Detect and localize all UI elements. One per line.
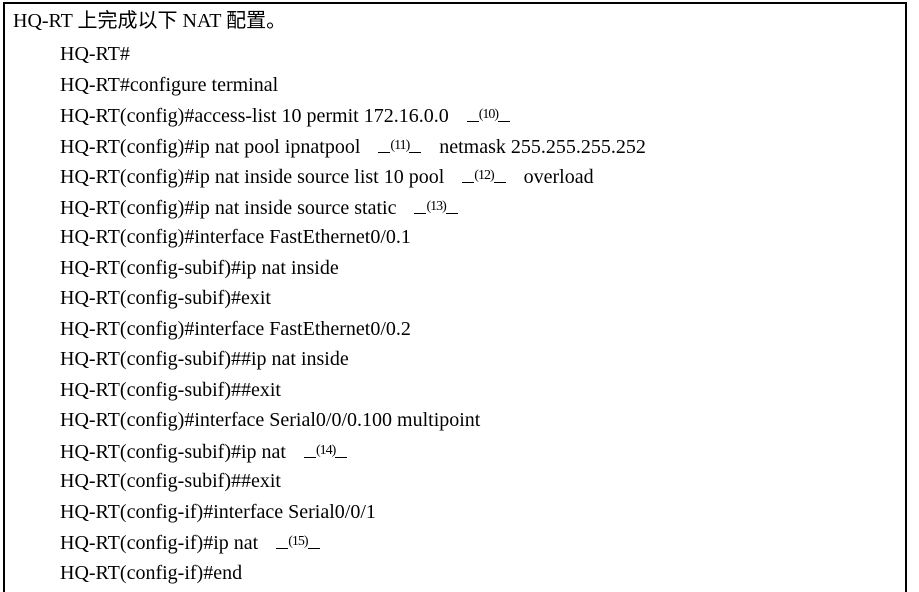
config-line: HQ-RT(config)#interface Serial0/0/0.100 … <box>60 405 646 436</box>
config-line: HQ-RT(config)#interface FastEthernet0/0.… <box>60 222 646 253</box>
answer-blank: (15) <box>276 527 320 559</box>
config-line: HQ-RT(config)#ip nat inside source stati… <box>60 192 646 223</box>
command-text: HQ-RT# <box>60 43 130 65</box>
config-line: HQ-RT(config-subif)##ip nat inside <box>60 344 646 375</box>
command-text: HQ-RT#configure terminal <box>60 73 279 96</box>
blank-number: (13) <box>426 198 446 214</box>
command-text: HQ-RT(config)#interface Serial0/0/0.100 … <box>60 409 481 431</box>
command-text: HQ-RT(config)#ip nat inside source stati… <box>60 196 397 219</box>
config-line: HQ-RT(config)#access-list 10 permit 172.… <box>60 100 646 131</box>
answer-blank: (12) <box>462 161 506 193</box>
command-text: HQ-RT(config)#ip nat pool ipnatpool <box>60 135 361 158</box>
command-text: HQ-RT(config-subif)##exit <box>60 470 281 492</box>
config-line: HQ-RT# <box>60 39 646 70</box>
config-line: HQ-RT#configure terminal <box>60 70 646 101</box>
command-text: HQ-RT(config)#interface FastEthernet0/0.… <box>60 226 411 248</box>
command-text: HQ-RT(config-if)#interface Serial0/0/1 <box>60 500 376 523</box>
answer-blank: (14) <box>303 436 348 468</box>
config-line: HQ-RT(config-if)#end <box>60 558 646 589</box>
command-suffix: netmask 255.255.255.252 <box>439 135 646 158</box>
answer-blank: (13) <box>414 192 458 224</box>
blank-number: (14) <box>315 442 336 458</box>
command-text: HQ-RT(config)#access-list 10 permit 172.… <box>60 105 449 127</box>
blank-number: (12) <box>474 168 494 183</box>
question-heading: HQ-RT 上完成以下 NAT 配置。 <box>13 10 287 32</box>
config-line: HQ-RT(config-subif)#ip nat inside <box>60 253 646 284</box>
command-text: HQ-RT(config-subif)#exit <box>60 287 271 309</box>
config-line: HQ-RT(config-subif)#exit <box>60 283 646 314</box>
config-line: HQ-RT(config-subif)##exit <box>60 375 646 406</box>
config-line: HQ-RT(config-subif)#ip nat (14) <box>60 436 646 467</box>
config-line: HQ-RT(config-if)#interface Serial0/0/1 <box>60 497 646 528</box>
command-text: HQ-RT(config)#ip nat inside source list … <box>60 166 445 188</box>
document-frame: HQ-RT 上完成以下 NAT 配置。 HQ-RT# HQ-RT#configu… <box>3 2 907 592</box>
command-text: HQ-RT(config-subif)#ip nat inside <box>60 256 339 279</box>
answer-blank: (11) <box>378 131 422 163</box>
blank-number: (11) <box>390 137 410 153</box>
command-suffix: overload <box>523 166 594 188</box>
config-line: HQ-RT(config-subif)##exit <box>60 466 646 497</box>
answer-blank: (10) <box>466 100 511 132</box>
config-line: HQ-RT(config)#interface FastEthernet0/0.… <box>60 314 646 345</box>
config-lines: HQ-RT# HQ-RT#configure terminal HQ-RT(co… <box>60 39 646 588</box>
command-text: HQ-RT(config-subif)##exit <box>60 378 281 401</box>
command-text: HQ-RT(config)#interface FastEthernet0/0.… <box>60 317 411 340</box>
config-line: HQ-RT(config)#ip nat pool ipnatpool (11) n… <box>60 131 646 162</box>
command-text: HQ-RT(config-if)#ip nat <box>60 532 259 554</box>
config-line: HQ-RT(config)#ip nat inside source list … <box>60 161 646 192</box>
command-text: HQ-RT(config-if)#end <box>60 561 243 584</box>
config-line: HQ-RT(config-if)#ip nat (15) <box>60 527 646 558</box>
blank-number: (15) <box>288 534 308 549</box>
command-text: HQ-RT(config-subif)##ip nat inside <box>60 348 349 370</box>
command-text: HQ-RT(config-subif)#ip nat <box>60 440 286 463</box>
blank-number: (10) <box>478 107 499 122</box>
